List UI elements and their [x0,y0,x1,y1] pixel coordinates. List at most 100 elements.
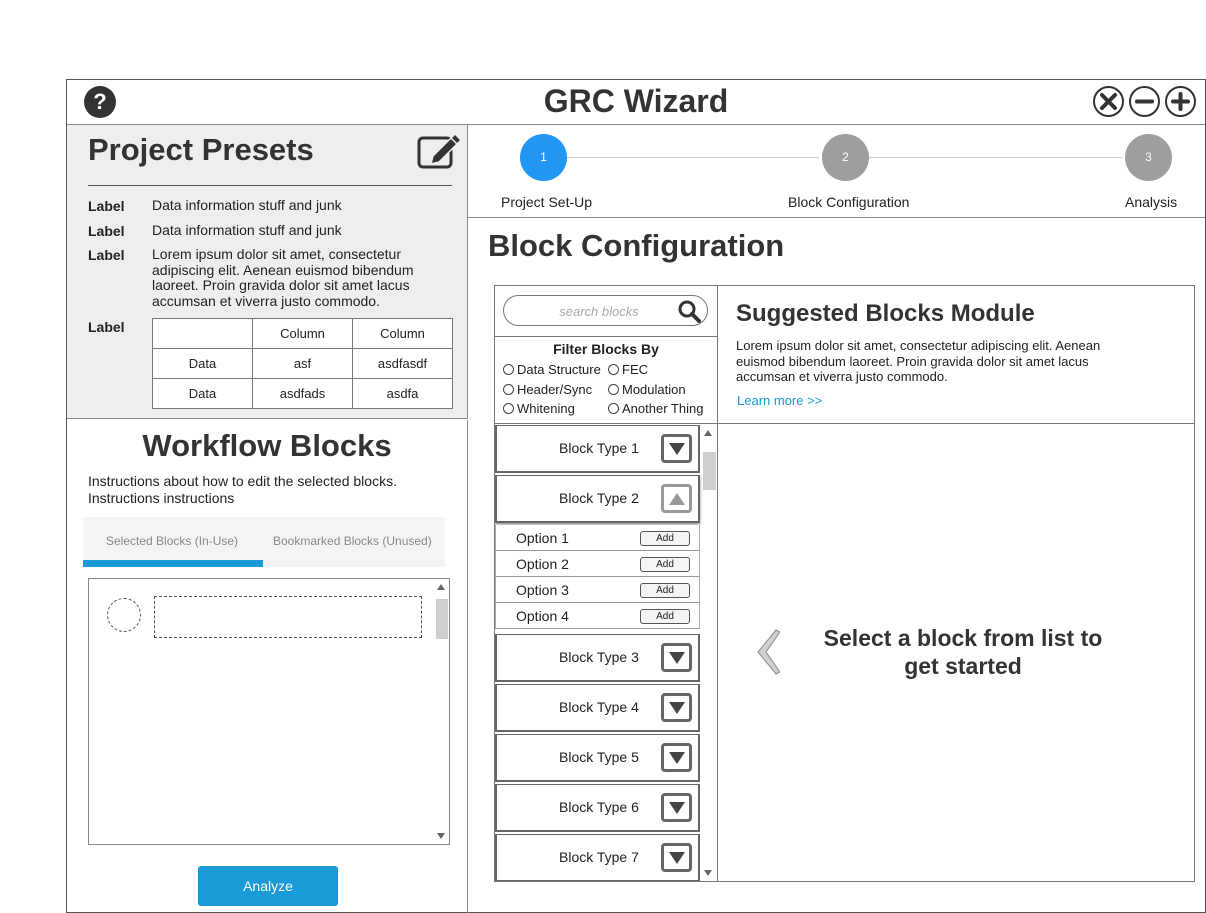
table-cell: asdfads [252,378,353,409]
option-label: Option 3 [516,582,569,598]
learn-more-link[interactable]: Learn more >> [737,393,822,408]
collapse-up-icon[interactable] [661,484,692,513]
table-cell: Column [352,318,453,349]
preset-value: Lorem ipsum dolor sit amet, consectetur … [152,246,414,309]
scroll-down-icon[interactable] [704,870,712,876]
suggested-title: Suggested Blocks Module [736,300,1035,327]
option-label: Option 2 [516,556,569,572]
expand-down-icon[interactable] [661,434,692,463]
radio-circle[interactable] [503,403,514,414]
block-type-row[interactable]: Block Type 4 [495,684,700,732]
block-type-label: Block Type 3 [559,649,639,665]
block-type-label: Block Type 6 [559,799,639,815]
block-type-row[interactable]: Block Type 7 [495,834,700,881]
suggested-blocks-module: Suggested Blocks Module Lorem ipsum dolo… [718,285,1195,424]
radio-circle[interactable] [503,364,514,375]
scroll-up-icon[interactable] [704,430,712,436]
filter-label: Another Thing [622,401,704,416]
analyze-button[interactable]: Analyze [198,866,338,906]
preset-label: Label [88,223,125,239]
search-input[interactable]: search blocks [503,295,708,326]
filter-radio[interactable]: Modulation [608,382,686,397]
filter-radio[interactable]: Another Thing [608,401,703,416]
close-icon[interactable] [1093,86,1124,117]
minus-icon[interactable] [1129,86,1160,117]
table-cell: asf [252,348,353,379]
search-icon[interactable] [677,299,701,323]
tab-bookmarked-blocks[interactable]: Bookmarked Blocks (Unused) [273,534,432,548]
filter-label: Whitening [517,401,575,416]
radio-circle[interactable] [608,364,619,375]
chevron-left-icon [757,629,780,675]
block-type-row[interactable]: Block Type 5 [495,734,700,782]
scroll-up-icon[interactable] [437,584,445,590]
preset-value: Data information stuff and junk [152,197,342,213]
block-type-label: Block Type 4 [559,699,639,715]
edit-icon[interactable] [417,132,463,170]
preset-value: Data information stuff and junk [152,222,342,238]
table-header-row: Column Column [152,318,453,349]
add-option-button[interactable]: Add [640,609,690,624]
filter-section: Filter Blocks By Data Structure FEC Head… [495,338,717,424]
block-type-row[interactable]: Block Type 2 [495,475,700,523]
option-row: Option 2 Add [495,551,700,577]
filter-radio[interactable]: Header/Sync [503,382,592,397]
filter-label: Header/Sync [517,382,593,397]
search-area: search blocks [495,286,717,337]
block-picker: search blocks Filter Blocks By Data Stru… [494,285,718,882]
presets-table: Column Column Data asf asdfasdf Data asd… [152,318,453,409]
expand-down-icon[interactable] [661,793,692,822]
table-cell: Column [252,318,353,349]
plus-icon[interactable] [1165,86,1196,117]
scroll-thumb[interactable] [436,599,448,639]
tab-selected-blocks[interactable]: Selected Blocks (In-Use) [106,534,238,548]
block-drop-placeholder[interactable] [154,596,422,638]
suggested-text: Lorem ipsum dolor sit amet, consectetur … [736,338,1101,384]
block-type-row[interactable]: Block Type 3 [495,634,700,682]
option-label: Option 4 [516,608,569,624]
window-title: GRC Wizard [543,83,729,119]
radio-circle[interactable] [608,384,619,395]
scroll-thumb[interactable] [703,452,716,490]
table-cell: Data [152,348,253,379]
filter-label: Data Structure [517,362,601,377]
filter-radio[interactable]: Whitening [503,401,575,416]
step-connector [869,157,1123,158]
scroll-down-icon[interactable] [437,833,445,839]
radio-circle[interactable] [503,384,514,395]
preset-label: Label [88,198,125,214]
add-option-button[interactable]: Add [640,531,690,546]
block-detail-empty-state: Select a block from list to get started [718,424,1195,882]
step-2-circle[interactable]: 2 [822,134,869,181]
add-option-button[interactable]: Add [640,557,690,572]
block-list-scrollbar[interactable] [700,425,717,881]
block-configuration-title: Block Configuration [488,228,785,263]
block-type-label: Block Type 5 [559,749,639,765]
expand-down-icon[interactable] [661,743,692,772]
step-3-label: Analysis [1125,194,1178,210]
add-option-button[interactable]: Add [640,583,690,598]
expand-down-icon[interactable] [661,843,692,872]
preset-label: Label [88,319,125,335]
option-row: Option 4 Add [495,603,700,629]
expand-down-icon[interactable] [661,693,692,722]
block-type-label: Block Type 7 [559,849,639,865]
presets-divider [88,185,452,186]
active-tab-indicator [83,560,263,567]
workflow-title: Workflow Blocks [142,428,392,463]
block-type-row[interactable]: Block Type 6 [495,784,700,832]
list-scrollbar[interactable] [433,579,449,844]
filter-radio[interactable]: FEC [608,362,648,377]
filter-label: Modulation [622,382,686,397]
block-placeholder-handle[interactable] [107,598,141,632]
step-1-circle[interactable]: 1 [520,134,567,181]
expand-down-icon[interactable] [661,643,692,672]
step-3-circle[interactable]: 3 [1125,134,1172,181]
block-type-row[interactable]: Block Type 1 [495,425,700,473]
radio-circle[interactable] [608,403,619,414]
selected-blocks-list[interactable] [88,578,450,845]
search-placeholder: search blocks [559,304,639,319]
filter-radio[interactable]: Data Structure [503,362,601,377]
wizard-stepper: 1 2 3 Project Set-Up Block Configuration… [468,125,1205,218]
table-row: Data asdfads asdfa [152,378,453,409]
